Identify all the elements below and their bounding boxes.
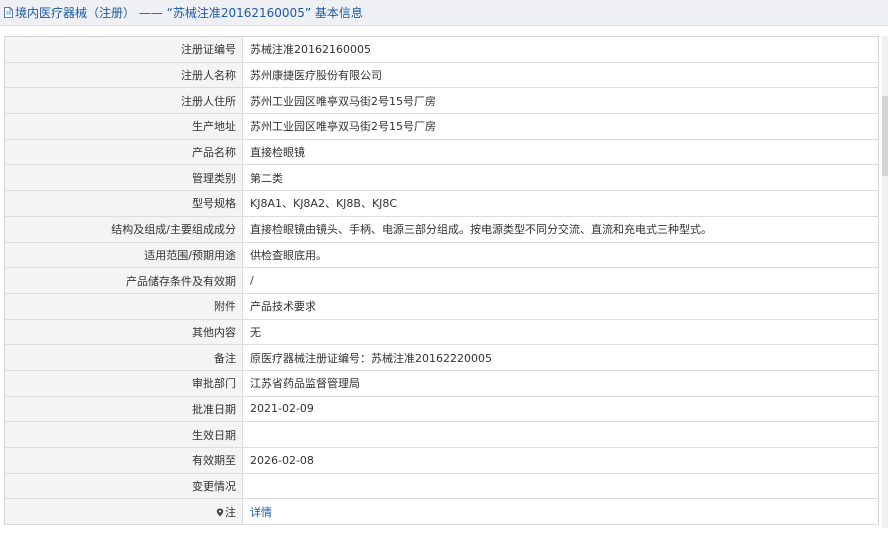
field-label: 生效日期 [4, 421, 243, 448]
field-value: 2026-02-08 [242, 447, 879, 474]
table-row: 型号规格 KJ8A1、KJ8A2、KJ8B、KJ8C [4, 190, 879, 217]
field-value: 产品技术要求 [242, 293, 879, 320]
field-label: 管理类别 [4, 164, 243, 192]
field-value: 无 [242, 319, 879, 346]
field-value: 江苏省药品监督管理局 [242, 370, 879, 397]
table-row: 其他内容无 [4, 319, 879, 346]
info-table-body: 注册证编号 苏械注准20162160005 注册人名称 苏州康捷医疗股份有限公司 注册人… [4, 36, 879, 526]
table-row: 有效期至 2026-02-08 [4, 447, 879, 474]
field-label: 变更情况 [4, 473, 243, 500]
field-value: 苏州工业园区唯亭双马街2号15号厂房 [242, 113, 879, 140]
table-row: 附件 产品技术要求 [4, 293, 879, 320]
field-label: 审批部门 [4, 370, 243, 397]
page-title: 境内医疗器械（注册） —— “苏械注准20162160005” 基本信息 [15, 6, 363, 20]
field-value: 直接检眼镜由镜头、手柄、电源三部分组成。按电源类型不同分交流、直流和充电式三种型… [242, 216, 879, 243]
table-row: 生效日期 [4, 421, 879, 448]
table-row: 产品储存条件及有效期 / [4, 267, 879, 294]
field-value: 苏州康捷医疗股份有限公司 [242, 62, 879, 89]
field-label: 注册证编号 [4, 36, 243, 63]
field-label: 附件 [4, 293, 243, 320]
table-row: 注册证编号 苏械注准20162160005 [4, 36, 879, 63]
table-row: 备注 原医疗器械注册证编号：苏械注准20162220005 [4, 344, 879, 371]
field-label: 注册人住所 [4, 87, 243, 115]
scrollbar-thumb[interactable] [882, 96, 888, 176]
field-label: 适用范围/预期用途 [4, 242, 243, 269]
field-value [242, 421, 879, 448]
field-label: 有效期至 [4, 447, 243, 474]
details-link[interactable]: 详情 [250, 506, 272, 519]
table-row: 产品名称 直接检眼镜 [4, 139, 879, 166]
page-header: 境内医疗器械（注册） —— “苏械注准20162160005” 基本信息 [0, 0, 888, 26]
table-row: 注册人住所 苏州工业园区唯亭双马街2号15号厂房 [4, 87, 879, 115]
field-label: 结构及组成/主要组成成分 [4, 216, 243, 243]
field-label: 其他内容 [4, 319, 243, 346]
table-row: 注册人名称 苏州康捷医疗股份有限公司 [4, 62, 879, 89]
table-row: 生产地址 苏州工业园区唯亭双马街2号15号厂房 [4, 113, 879, 140]
table-row: 管理类别 第二类 [4, 164, 879, 192]
field-value: / [242, 267, 879, 294]
field-value: KJ8A1、KJ8A2、KJ8B、KJ8C [242, 190, 879, 217]
field-label: 产品名称 [4, 139, 243, 166]
pin-icon [216, 508, 224, 517]
note-value-cell: 详情 [242, 498, 879, 526]
field-value: 原医疗器械注册证编号：苏械注准20162220005 [242, 344, 879, 371]
table-row-note: 注 详情 [4, 498, 879, 526]
field-value: 供检查眼底用。 [242, 242, 879, 269]
field-label: 型号规格 [4, 190, 243, 217]
field-label: 产品储存条件及有效期 [4, 267, 243, 294]
note-label: 注 [225, 505, 236, 519]
document-icon [4, 7, 13, 18]
scrollbar[interactable] [882, 36, 888, 528]
table-row: 结构及组成/主要组成成分 直接检眼镜由镜头、手柄、电源三部分组成。按电源类型不同分… [4, 216, 879, 243]
field-label: 备注 [4, 344, 243, 371]
field-label: 注册人名称 [4, 62, 243, 89]
field-label: 批准日期 [4, 396, 243, 423]
table-row: 审批部门 江苏省药品监督管理局 [4, 370, 879, 397]
field-value: 2021-02-09 [242, 396, 879, 423]
field-value [242, 473, 879, 500]
table-row: 变更情况 [4, 473, 879, 500]
field-value: 第二类 [242, 164, 879, 192]
info-table: 注册证编号 苏械注准20162160005 注册人名称 苏州康捷医疗股份有限公司 注册人… [4, 36, 879, 526]
table-row: 批准日期 2021-02-09 [4, 396, 879, 423]
table-row: 适用范围/预期用途 供检查眼底用。 [4, 242, 879, 269]
field-value: 苏械注准20162160005 [242, 36, 879, 63]
field-label: 生产地址 [4, 113, 243, 140]
field-value: 苏州工业园区唯亭双马街2号15号厂房 [242, 87, 879, 115]
field-value: 直接检眼镜 [242, 139, 879, 166]
note-label-cell: 注 [4, 498, 243, 526]
